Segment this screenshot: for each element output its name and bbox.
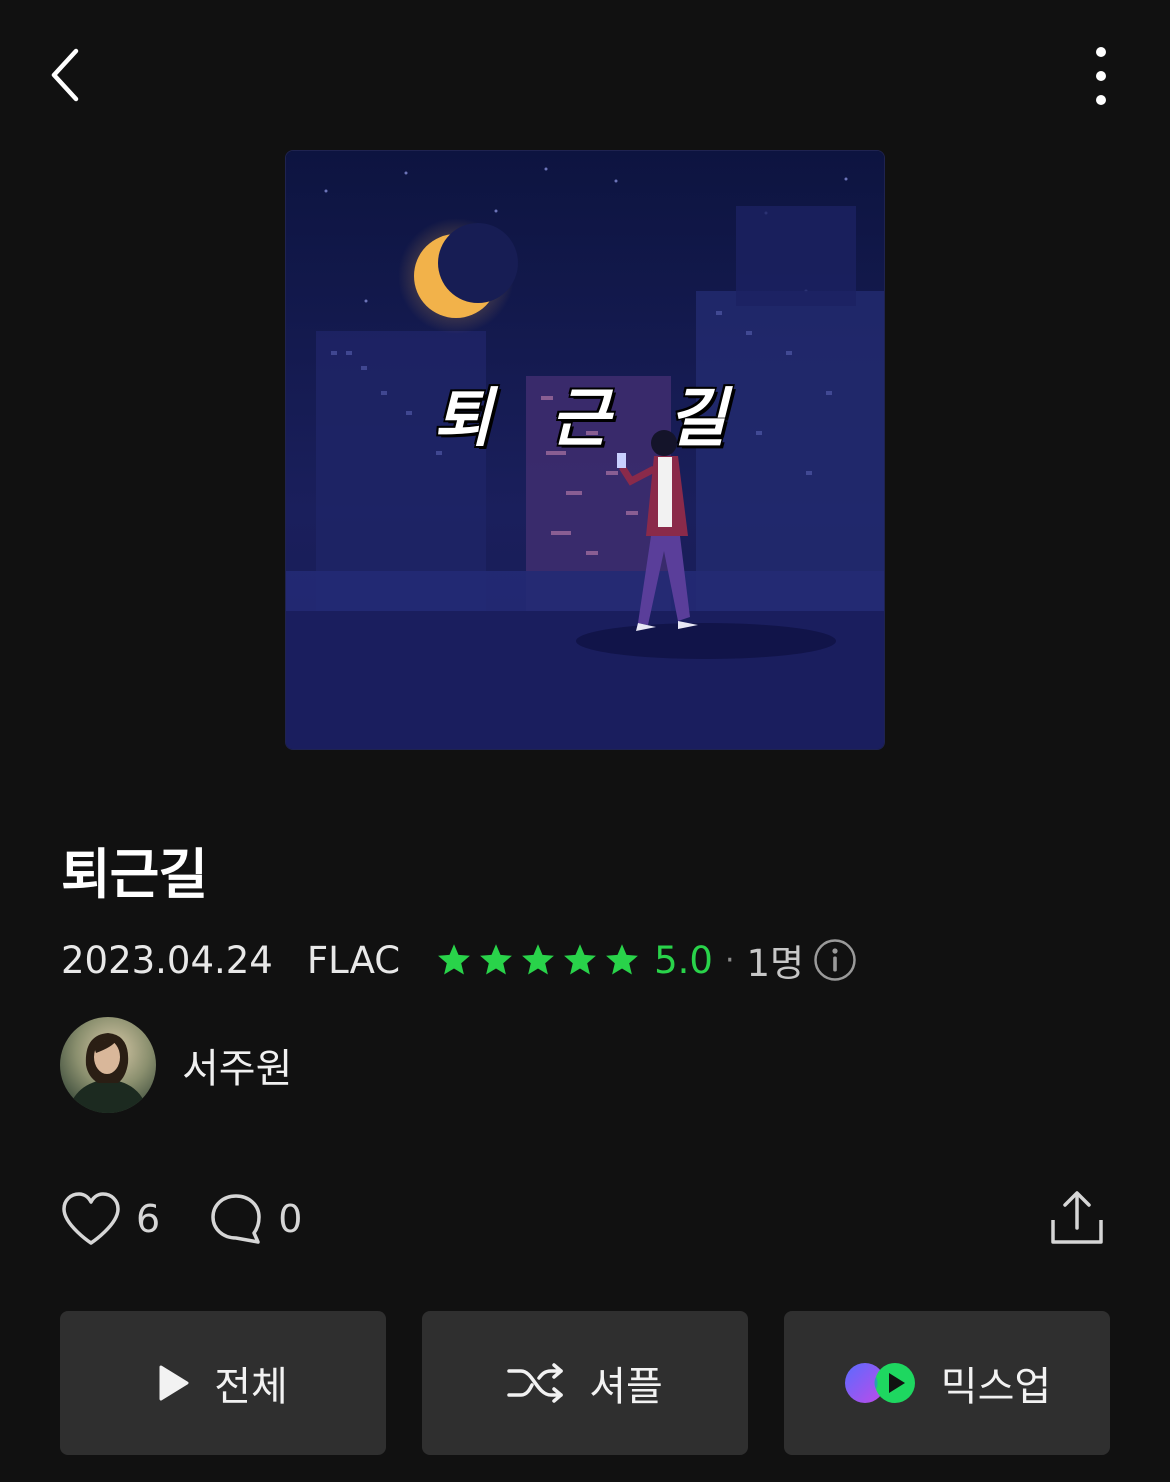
mixup-icon bbox=[844, 1363, 915, 1403]
shuffle-button[interactable]: 셔플 bbox=[422, 1311, 748, 1455]
cover-title-text: 퇴 근 길 bbox=[433, 382, 745, 456]
artist-name: 서주원 bbox=[182, 1046, 293, 1092]
top-bar bbox=[0, 0, 1170, 150]
chevron-left-icon bbox=[51, 48, 79, 102]
action-buttons: 전체 셔플 믹스업 bbox=[60, 1311, 1110, 1455]
heart-icon bbox=[62, 1192, 120, 1245]
star-icon bbox=[564, 944, 597, 975]
star-icon bbox=[606, 944, 639, 975]
rating-score: 5.0 bbox=[654, 938, 713, 982]
back-button[interactable] bbox=[36, 40, 96, 110]
star-icon bbox=[438, 944, 471, 975]
album-title: 퇴근길 bbox=[61, 843, 208, 906]
comment-count: 0 bbox=[278, 1197, 303, 1241]
like-count: 6 bbox=[136, 1197, 161, 1241]
comment-button[interactable]: 0 bbox=[208, 1191, 302, 1247]
social-row: 6 0 bbox=[60, 1186, 302, 1252]
star-icon bbox=[480, 944, 513, 975]
mixup-label: 믹스업 bbox=[940, 1364, 1052, 1410]
rating-count: 1명 bbox=[746, 942, 805, 985]
album-meta-row: 2023.04.24 FLAC 5.0 · 1명 bbox=[61, 930, 858, 990]
like-button[interactable]: 6 bbox=[60, 1191, 160, 1247]
artist-row[interactable]: 서주원 bbox=[60, 1016, 292, 1114]
rating-separator: · bbox=[724, 942, 735, 978]
share-button[interactable] bbox=[1046, 1188, 1108, 1248]
play-all-button[interactable]: 전체 bbox=[60, 1311, 386, 1455]
audio-format: FLAC bbox=[306, 938, 401, 982]
share-icon bbox=[1051, 1191, 1103, 1244]
play-all-label: 전체 bbox=[214, 1364, 288, 1410]
comment-icon bbox=[211, 1194, 261, 1244]
rating-info-button[interactable] bbox=[812, 937, 858, 983]
shuffle-icon bbox=[507, 1363, 563, 1403]
more-vertical-icon bbox=[1096, 47, 1106, 105]
shuffle-label: 셔플 bbox=[589, 1364, 663, 1410]
release-date: 2023.04.24 bbox=[61, 938, 273, 982]
more-options-button[interactable] bbox=[1070, 38, 1132, 114]
artist-avatar[interactable] bbox=[60, 1017, 156, 1113]
play-icon bbox=[159, 1365, 189, 1401]
info-icon bbox=[814, 939, 856, 981]
album-cover[interactable]: 퇴 근 길 bbox=[285, 150, 885, 750]
rating-stars[interactable] bbox=[436, 942, 640, 978]
mixup-button[interactable]: 믹스업 bbox=[784, 1311, 1110, 1455]
star-icon bbox=[522, 944, 555, 975]
